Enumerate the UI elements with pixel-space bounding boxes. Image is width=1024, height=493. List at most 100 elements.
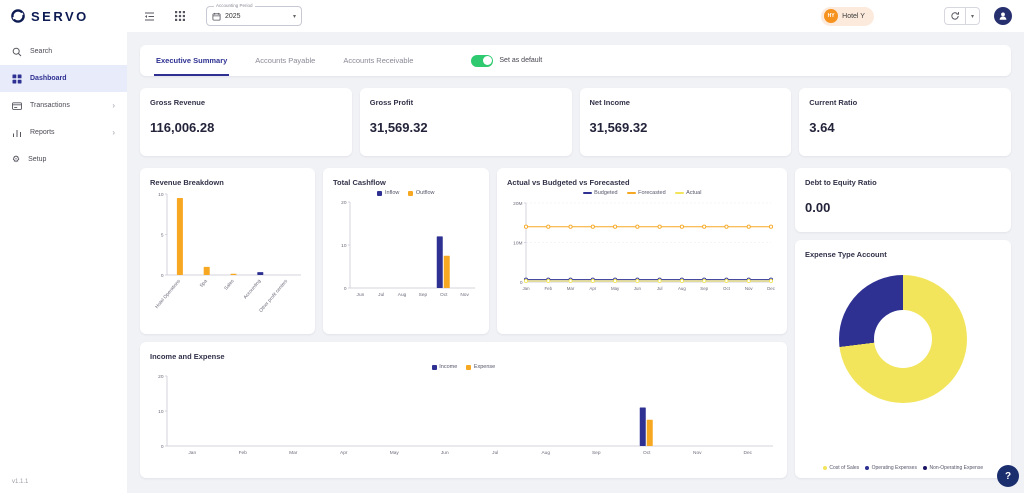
set-default-label: Set as default bbox=[499, 57, 542, 64]
sidebar: Search Dashboard Transactions › Reports … bbox=[0, 32, 127, 493]
kpi-current-ratio: Current Ratio 3.64 bbox=[799, 88, 1011, 156]
legend-label: Forecasted bbox=[638, 190, 666, 196]
legend-item[interactable]: Forecasted bbox=[627, 190, 666, 196]
tab-executive-summary[interactable]: Executive Summary bbox=[154, 45, 229, 76]
sidebar-item-transactions[interactable]: Transactions › bbox=[0, 92, 127, 119]
svg-text:Other profit centers: Other profit centers bbox=[258, 278, 289, 314]
tab-accounts-receivable[interactable]: Accounts Receivable bbox=[341, 45, 415, 76]
svg-text:Sales: Sales bbox=[223, 278, 236, 292]
legend-swatch bbox=[583, 192, 592, 194]
svg-text:Nov: Nov bbox=[693, 450, 702, 456]
svg-text:0: 0 bbox=[161, 444, 164, 450]
total-cashflow-chart: 01020JunJulAugSepOctNov bbox=[333, 197, 479, 299]
collapse-sidebar-button[interactable] bbox=[141, 8, 158, 25]
sidebar-item-setup[interactable]: ⚙ Setup bbox=[0, 146, 127, 173]
svg-text:0: 0 bbox=[344, 286, 347, 292]
topbar: SERVO Accounting Period 2025 ▾ HY Hotel … bbox=[0, 0, 1024, 32]
legend-item[interactable]: Cost of Sales bbox=[823, 465, 859, 471]
svg-text:May: May bbox=[611, 286, 620, 291]
svg-text:Aug: Aug bbox=[398, 292, 407, 298]
svg-text:Accounting: Accounting bbox=[242, 278, 262, 300]
expense-type-card: Expense Type Account Cost of Sales Operat… bbox=[795, 240, 1011, 478]
revenue-breakdown-chart: 0510Hotel OperationsSpaSalesAccountingOt… bbox=[150, 189, 305, 319]
legend-swatch bbox=[466, 365, 471, 370]
refresh-control: ▾ bbox=[944, 7, 980, 25]
charts-right-column: Debt to Equity Ratio 0.00 Expense Type A… bbox=[795, 168, 1011, 478]
set-default-toggle[interactable] bbox=[471, 55, 493, 67]
svg-text:0: 0 bbox=[520, 280, 523, 286]
charts-area: Revenue Breakdown 0510Hotel OperationsSp… bbox=[140, 168, 1011, 478]
svg-text:May: May bbox=[390, 450, 400, 456]
legend-item[interactable]: Non-Operating Expense bbox=[923, 465, 983, 471]
svg-text:Hotel Operations: Hotel Operations bbox=[154, 278, 182, 310]
user-icon bbox=[998, 11, 1008, 21]
svg-text:Nov: Nov bbox=[460, 292, 469, 298]
gear-icon: ⚙ bbox=[12, 155, 20, 164]
legend-label: Budgeted bbox=[594, 190, 618, 196]
svg-text:Jun: Jun bbox=[634, 286, 642, 291]
hotel-selector[interactable]: HY Hotel Y bbox=[821, 7, 874, 26]
tab-accounts-payable[interactable]: Accounts Payable bbox=[253, 45, 317, 76]
brand-logo[interactable]: SERVO bbox=[0, 8, 127, 24]
svg-text:Jun: Jun bbox=[357, 292, 365, 298]
kpi-label: Current Ratio bbox=[809, 98, 1001, 107]
svg-text:Jan: Jan bbox=[188, 450, 196, 456]
svg-text:10M: 10M bbox=[513, 240, 522, 246]
refresh-button[interactable] bbox=[945, 8, 965, 24]
legend-item[interactable]: Operating Expenses bbox=[865, 465, 917, 471]
kpi-debt-to-equity: Debt to Equity Ratio 0.00 bbox=[795, 168, 1011, 232]
dashboard-tabs-bar: Executive Summary Accounts Payable Accou… bbox=[140, 45, 1011, 76]
apps-grid-button[interactable] bbox=[172, 8, 188, 24]
chevron-right-icon: › bbox=[112, 101, 115, 110]
sidebar-item-reports[interactable]: Reports › bbox=[0, 119, 127, 146]
svg-text:10: 10 bbox=[158, 192, 164, 198]
accounting-period-select[interactable]: Accounting Period 2025 ▾ bbox=[206, 6, 302, 26]
legend-item[interactable]: Budgeted bbox=[583, 190, 618, 196]
income-expense-chart: 01020JanFebMarAprMayJunJulAugSepOctNovDe… bbox=[150, 371, 777, 457]
kpi-label: Debt to Equity Ratio bbox=[805, 178, 1001, 187]
svg-text:10: 10 bbox=[341, 243, 347, 249]
user-avatar[interactable] bbox=[994, 7, 1012, 25]
legend-label: Actual bbox=[686, 190, 701, 196]
chart-legend: Income Expense bbox=[150, 364, 777, 370]
svg-text:Oct: Oct bbox=[643, 450, 651, 456]
legend-label: Expense bbox=[474, 364, 495, 370]
svg-text:20M: 20M bbox=[513, 201, 522, 207]
kpi-net-income: Net Income 31,569.32 bbox=[580, 88, 792, 156]
svg-text:0: 0 bbox=[161, 273, 164, 279]
chart-title: Revenue Breakdown bbox=[150, 178, 305, 187]
sidebar-item-search[interactable]: Search bbox=[0, 38, 127, 65]
actual-vs-budgeted-chart: 010M20MJanFebMarAprMayJunJulAugSepOctNov… bbox=[507, 197, 777, 293]
svg-text:Oct: Oct bbox=[723, 286, 731, 291]
sidebar-item-label: Dashboard bbox=[30, 75, 115, 82]
legend-label: Inflow bbox=[385, 190, 399, 196]
legend-item[interactable]: Inflow bbox=[377, 190, 399, 196]
hotel-avatar: HY bbox=[824, 9, 838, 23]
legend-item[interactable]: Actual bbox=[675, 190, 702, 196]
legend-swatch bbox=[923, 466, 927, 470]
kpi-value: 3.64 bbox=[809, 120, 1001, 135]
apps-grid-icon bbox=[175, 11, 185, 21]
help-button[interactable]: ? bbox=[997, 465, 1019, 487]
charts-row: Revenue Breakdown 0510Hotel OperationsSp… bbox=[140, 168, 787, 334]
svg-text:Aug: Aug bbox=[678, 286, 686, 291]
chart-title: Total Cashflow bbox=[333, 178, 479, 187]
total-cashflow-card: Total Cashflow InflowOutflow 01020JunJul… bbox=[323, 168, 489, 334]
calendar-icon bbox=[212, 12, 221, 21]
app-version: v1.1.1 bbox=[12, 479, 28, 485]
refresh-options-caret[interactable]: ▾ bbox=[965, 8, 979, 24]
svg-text:Jul: Jul bbox=[657, 286, 663, 291]
legend-item[interactable]: Income bbox=[432, 364, 458, 370]
charts-left-column: Revenue Breakdown 0510Hotel OperationsSp… bbox=[140, 168, 787, 478]
toggle-knob bbox=[483, 56, 492, 65]
kpi-value: 116,006.28 bbox=[150, 120, 342, 135]
legend-item[interactable]: Outflow bbox=[408, 190, 434, 196]
chart-legend: Cost of Sales Operating Expenses Non-Opera… bbox=[803, 465, 1003, 471]
sidebar-item-dashboard[interactable]: Dashboard bbox=[0, 65, 127, 92]
transactions-icon bbox=[12, 101, 22, 111]
hotel-name: Hotel Y bbox=[842, 13, 865, 20]
collapse-sidebar-icon bbox=[144, 11, 155, 22]
legend-item[interactable]: Expense bbox=[466, 364, 495, 370]
brand-name: SERVO bbox=[31, 9, 89, 24]
chart-title: Expense Type Account bbox=[805, 250, 1001, 259]
